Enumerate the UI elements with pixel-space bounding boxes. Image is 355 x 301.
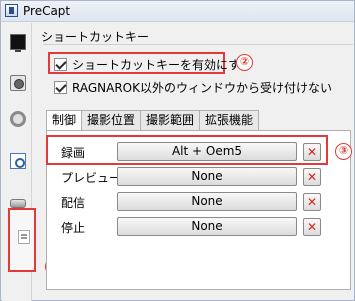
- title-bar[interactable]: PreCapt: [1, 1, 354, 22]
- key-label-preview: プレビュー: [61, 171, 122, 185]
- enable-shortcut-checkbox[interactable]: [54, 58, 67, 71]
- key-button-stop[interactable]: None: [117, 217, 297, 236]
- gear-icon[interactable]: [10, 111, 26, 127]
- ragnarok-only-row[interactable]: RAGNAROK以外のウィンドウから受け付けない: [54, 79, 332, 96]
- tab-capture-range[interactable]: 撮影範囲: [140, 110, 201, 130]
- hdd-icon[interactable]: [10, 199, 26, 208]
- clear-icon[interactable]: ✕: [303, 193, 321, 211]
- annotation-number-2: ②: [236, 54, 253, 71]
- tab-capture-position[interactable]: 撮影位置: [81, 110, 142, 130]
- tab-bar: 制御 撮影位置 撮影範囲 拡張機能: [46, 110, 260, 131]
- tab-extensions[interactable]: 拡張機能: [199, 110, 260, 130]
- key-row-stop: 停止 None ✕: [47, 216, 350, 238]
- enable-shortcut-row[interactable]: ショートカットキーを有効にする: [54, 56, 252, 73]
- ragnarok-only-checkbox[interactable]: [54, 81, 67, 94]
- search-icon[interactable]: [10, 153, 26, 169]
- key-label-broadcast: 配信: [61, 196, 86, 210]
- key-row-broadcast: 配信 None ✕: [47, 191, 350, 213]
- record-highlight-box: [46, 135, 328, 165]
- key-button-preview[interactable]: None: [117, 167, 297, 186]
- tab-control[interactable]: 制御: [46, 110, 83, 131]
- app-window: PreCapt ① ショートカットキー ショートカットキーを有効にする ② RA…: [0, 0, 355, 301]
- clear-icon[interactable]: ✕: [303, 218, 321, 236]
- app-icon: [5, 4, 18, 17]
- window-title: PreCapt: [23, 4, 71, 18]
- camera-icon[interactable]: [10, 75, 26, 91]
- clear-icon[interactable]: ✕: [303, 168, 321, 186]
- annotation-number-3: ③: [335, 143, 352, 160]
- sidebar-item-shortcut-highlight[interactable]: [8, 208, 36, 272]
- monitor-icon[interactable]: [10, 34, 26, 52]
- key-label-stop: 停止: [61, 221, 86, 235]
- settings-panel: ショートカットキー ショートカットキーを有効にする ② RAGNAROK以外のウ…: [34, 23, 355, 301]
- note-icon: [18, 230, 30, 244]
- enable-shortcut-label: ショートカットキーを有効にする: [72, 58, 253, 72]
- ragnarok-only-label: RAGNAROK以外のウィンドウから受け付けない: [72, 81, 332, 95]
- key-row-preview: プレビュー None ✕: [47, 166, 350, 188]
- group-label: ショートカットキー: [41, 30, 150, 44]
- key-button-broadcast[interactable]: None: [117, 192, 297, 211]
- group-divider: [43, 44, 353, 45]
